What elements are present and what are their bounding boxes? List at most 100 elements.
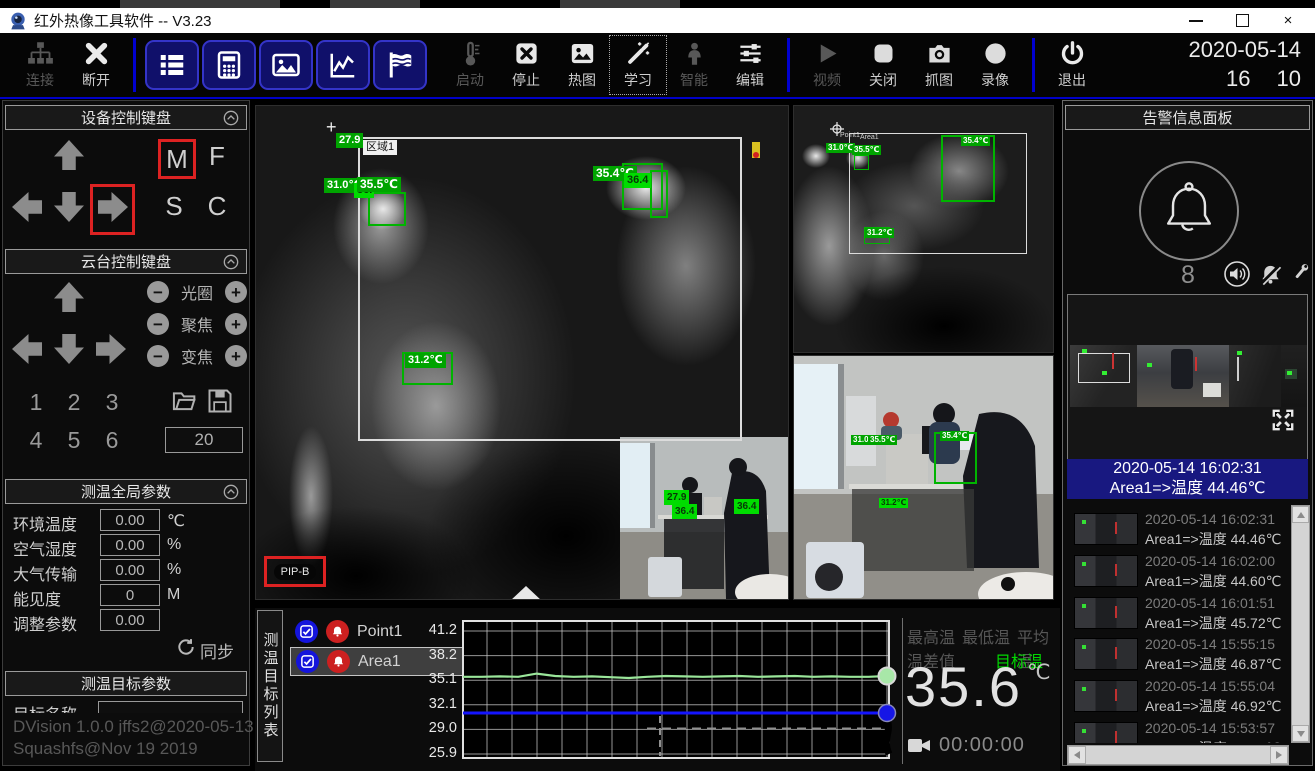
decrease-button[interactable]: − [147,345,169,367]
ptz-digit-button[interactable]: 3 [99,389,125,416]
toolbar-record-button[interactable]: 录像 [967,36,1023,94]
alarm-entry[interactable]: 2020-05-14 16:02:31 Area1=>温度 44.46℃ [1063,509,1289,549]
device-key-c[interactable]: C [201,189,233,223]
toolbar-video-button[interactable]: 视频 [799,36,855,94]
param-input[interactable]: 0.00 [100,509,160,531]
target-alarm-bell-icon[interactable] [327,650,350,673]
device-key-s[interactable]: S [158,189,190,223]
alarm-entry[interactable]: 2020-05-14 15:55:04 Area1=>温度 46.92℃ [1063,676,1289,716]
toolbar-smart-button[interactable]: 智能 [666,36,722,94]
area1-region-rect[interactable] [358,137,742,441]
device-left-arrow-button[interactable] [9,189,45,225]
record-camera-icon[interactable] [907,735,931,755]
target-checkbox[interactable] [296,650,319,673]
image-gallery-nav-button[interactable] [259,40,313,90]
toolbar-heatmap-button[interactable]: 热图 [554,36,610,94]
minimize-button[interactable] [1173,10,1219,32]
thermal-preview-view[interactable]: Point1 Area1 31.0℃ 35.5℃ 35.4℃ 31.2℃ [793,105,1054,353]
save-preset-button[interactable] [206,387,234,415]
toolbar-snapshot-button[interactable]: 抓图 [911,36,967,94]
main-thermal-view[interactable]: + 27.9 区域1 31.0℃ 36. 35.5℃ 35.4℃ 36.4 31… [255,105,789,600]
preset-number-input[interactable]: 20 [165,427,243,453]
mute-bell-button[interactable] [1259,263,1282,286]
ptz-digit-button[interactable]: 2 [61,389,87,416]
alarm-entry[interactable]: 2020-05-14 16:01:51 Area1=>温度 45.72℃ [1063,593,1289,633]
toolbar-disconnect-button[interactable]: 断开 [68,36,124,94]
device-key-m[interactable]: M [158,139,196,179]
decrease-button[interactable]: − [147,313,169,335]
visible-camera-view[interactable]: 31.0℃ 35.5℃ 35.4℃ 31.2℃ [793,355,1054,600]
ptz-digit-button[interactable]: 1 [23,389,49,416]
close-window-button[interactable]: × [1265,10,1311,32]
ptz-digit-button[interactable]: 4 [23,427,49,454]
stat-max-label[interactable]: 最高温 [907,624,955,648]
alarm-highlight-card[interactable]: 2020-05-14 16:02:31 Area1=>温度 44.46℃ [1067,459,1308,499]
target-alarm-bell-icon[interactable] [326,620,349,643]
pip-mode-label[interactable]: PIP-B [274,564,317,580]
increase-button[interactable]: + [225,345,247,367]
alarm-list-hscrollbar[interactable] [1067,745,1289,765]
alarm-entry[interactable]: 2020-05-14 16:02:00 Area1=>温度 44.60℃ [1063,551,1289,591]
alarm-entry[interactable]: 2020-05-14 15:53:57 Area1=>温度 46.77℃ [1063,718,1289,743]
collapse-up-icon[interactable] [223,110,239,126]
temperature-trend-chart[interactable] [462,620,890,759]
ptz-left-arrow-button[interactable] [9,331,45,367]
open-preset-button[interactable] [171,387,199,415]
increase-button[interactable]: + [225,313,247,335]
alarm-bell-button[interactable] [1139,161,1239,261]
strip-thumb-thermal[interactable] [1070,345,1137,407]
ptz-digit-button[interactable]: 5 [61,427,87,454]
collapse-up-icon[interactable] [223,484,239,500]
maximize-button[interactable] [1219,10,1265,32]
scroll-right-button[interactable] [1270,746,1288,764]
device-list-nav-button[interactable] [145,40,199,90]
strip-thumb-inset[interactable] [1281,345,1307,407]
toolbar-close-stream-button[interactable]: 关闭 [855,36,911,94]
ptz-digit-button[interactable]: 6 [99,427,125,454]
scroll-up-button[interactable] [1292,506,1309,523]
stat-min-label[interactable]: 最低温 [962,624,1010,648]
expand-button[interactable] [1270,407,1296,433]
device-up-arrow-button[interactable] [51,137,87,173]
device-down-arrow-button[interactable] [51,189,87,225]
ptz-control-row: − 光圈 + [147,280,247,304]
strip-thumb-visible[interactable] [1137,345,1229,407]
toolbar-edit-button[interactable]: 编辑 [722,36,778,94]
target-name-input[interactable] [98,701,243,713]
trend-curve-nav-button[interactable] [316,40,370,90]
decrease-button[interactable]: − [147,281,169,303]
scroll-down-button[interactable] [1292,725,1309,742]
param-input[interactable]: 0.00 [100,559,160,581]
alarm-thumbnail [1074,555,1138,587]
alarm-flag-nav-button[interactable] [373,40,427,90]
ptz-up-arrow-button[interactable] [51,279,87,315]
target-list-tab[interactable]: 测温目标列表 [257,610,283,762]
calculator-nav-button[interactable] [202,40,256,90]
toolbar-learn-button[interactable]: 学习 [610,36,666,94]
ptz-right-arrow-button[interactable] [93,331,129,367]
bottom-triangle-handle[interactable] [510,586,542,600]
increase-button[interactable]: + [225,281,247,303]
ptz-down-arrow-button[interactable] [51,331,87,367]
pip-inset-camera[interactable]: 27.9 36.4 36.4 [620,437,788,599]
target-checkbox[interactable] [295,620,318,643]
alarm-list-vscrollbar[interactable] [1291,505,1310,743]
alarm-settings-button[interactable] [1290,261,1312,283]
strip-thumb-thermal2[interactable] [1229,345,1281,407]
toolbar-start-button[interactable]: 启动 [442,36,498,94]
scroll-left-button[interactable] [1068,746,1086,764]
param-input[interactable]: 0.00 [100,609,160,631]
device-key-f[interactable]: F [201,139,233,173]
toolbar-stop-button[interactable]: 停止 [498,36,554,94]
toolbar-exit-button[interactable]: 退出 [1044,36,1100,94]
param-input[interactable]: 0.00 [100,534,160,556]
collapse-up-icon[interactable] [223,254,239,270]
alarm-entry[interactable]: 2020-05-14 15:55:15 Area1=>温度 46.87℃ [1063,634,1289,674]
toolbar-connect-button[interactable]: 连接 [12,36,68,94]
sound-on-button[interactable] [1224,261,1250,287]
sync-label[interactable]: 同步 [200,638,234,663]
global-params-header: 测温全局参数 [5,479,247,504]
param-input[interactable]: 0 [100,584,160,606]
point1-crosshair[interactable]: + [326,120,337,134]
sync-button[interactable] [176,637,196,657]
